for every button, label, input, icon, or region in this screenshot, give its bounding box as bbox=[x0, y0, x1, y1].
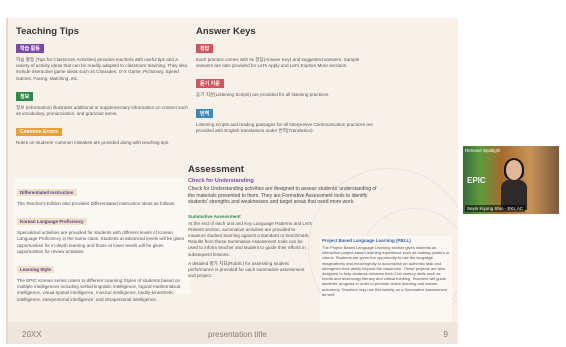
proficiency-text: Specialized activities are provided for … bbox=[17, 230, 185, 254]
differentiated-tag: Differentiated Instruction bbox=[17, 189, 77, 196]
teaching-tips-section: Teaching Tips 학습 활동 학습 활동 (Tips for Clas… bbox=[16, 26, 190, 149]
pbll-heading: Project Based Language Learning (PBLL) bbox=[322, 238, 411, 243]
check-understanding-text: Check for Understanding activities are d… bbox=[188, 186, 377, 205]
translation-tag: 번역 bbox=[196, 108, 214, 118]
face bbox=[506, 160, 522, 180]
pbll-panel: Project Based Language Learning (PBLL) T… bbox=[320, 236, 452, 324]
translation-text: Listening scripts and reading passages f… bbox=[196, 121, 373, 133]
listening-text: 듣기 지문(Listening Scripts) are provided fo… bbox=[196, 92, 330, 98]
participant-name: Seyin Kiyung Shin - EKL AC bbox=[465, 205, 526, 212]
common-errors-tag: Common Errors bbox=[16, 128, 63, 137]
answer-keys-title: Answer Keys bbox=[196, 26, 256, 37]
teaching-tips-title: Teaching Tips bbox=[16, 26, 79, 37]
proficiency-tag: Korean Language Proficiency bbox=[17, 218, 87, 226]
assessment-title: Assessment bbox=[188, 164, 244, 175]
footer-year: 20XX bbox=[22, 330, 42, 339]
footer-page: 9 bbox=[443, 330, 448, 339]
learning-style-text: The EPIC Korean series caters to differe… bbox=[17, 278, 181, 302]
participant-video-tile[interactable]: EPIC Remove Spotlight Seyin Kiyung Shin … bbox=[463, 146, 559, 214]
activity-tag: 학습 활동 bbox=[16, 44, 44, 53]
participant-avatar bbox=[501, 158, 527, 210]
answer-tag: 정답 bbox=[196, 44, 214, 53]
summative-text: At the end of each unit and Key Language… bbox=[188, 220, 312, 257]
footer-title: presentation title bbox=[208, 330, 267, 339]
learning-style-tag: Learning Style bbox=[17, 266, 55, 274]
summative-heading: Summative Assessment bbox=[188, 213, 241, 219]
shared-slide: Teaching Tips 학습 활동 학습 활동 (Tips for Clas… bbox=[6, 18, 458, 344]
info-text: 정보 (Information) illustrates additional … bbox=[16, 104, 188, 117]
rubric-text: A detailed 평가 지표(Rubric) for assessing s… bbox=[188, 260, 305, 279]
differentiated-intro: The Teacher's Edition also provides Diff… bbox=[17, 201, 176, 206]
activity-text: 학습 활동 (Tips for Classroom Activities) pr… bbox=[16, 57, 188, 81]
answer-keys-section: Answer Keys 정답 Each practice comes with … bbox=[196, 26, 374, 137]
remove-spotlight-label[interactable]: Remove Spotlight bbox=[465, 148, 501, 153]
answer-text: Each practice comes with its 정답(Answer K… bbox=[196, 57, 360, 69]
check-understanding-heading: Check for Understanding bbox=[188, 178, 254, 184]
listening-tag: 듣기 지문 bbox=[196, 79, 224, 89]
slide-footer: 20XX presentation title 9 bbox=[8, 322, 458, 344]
pbll-text: The Project Based Language Learning sect… bbox=[322, 245, 450, 297]
meeting-screen: Teaching Tips 학습 활동 학습 활동 (Tips for Clas… bbox=[0, 0, 566, 347]
common-errors-text: Notes on students' common mistakes are p… bbox=[16, 140, 170, 146]
info-tag: 정보 bbox=[16, 91, 34, 101]
brand-poster: EPIC bbox=[467, 176, 486, 185]
differentiated-panel: Differentiated Instruction The Teacher's… bbox=[14, 178, 190, 302]
